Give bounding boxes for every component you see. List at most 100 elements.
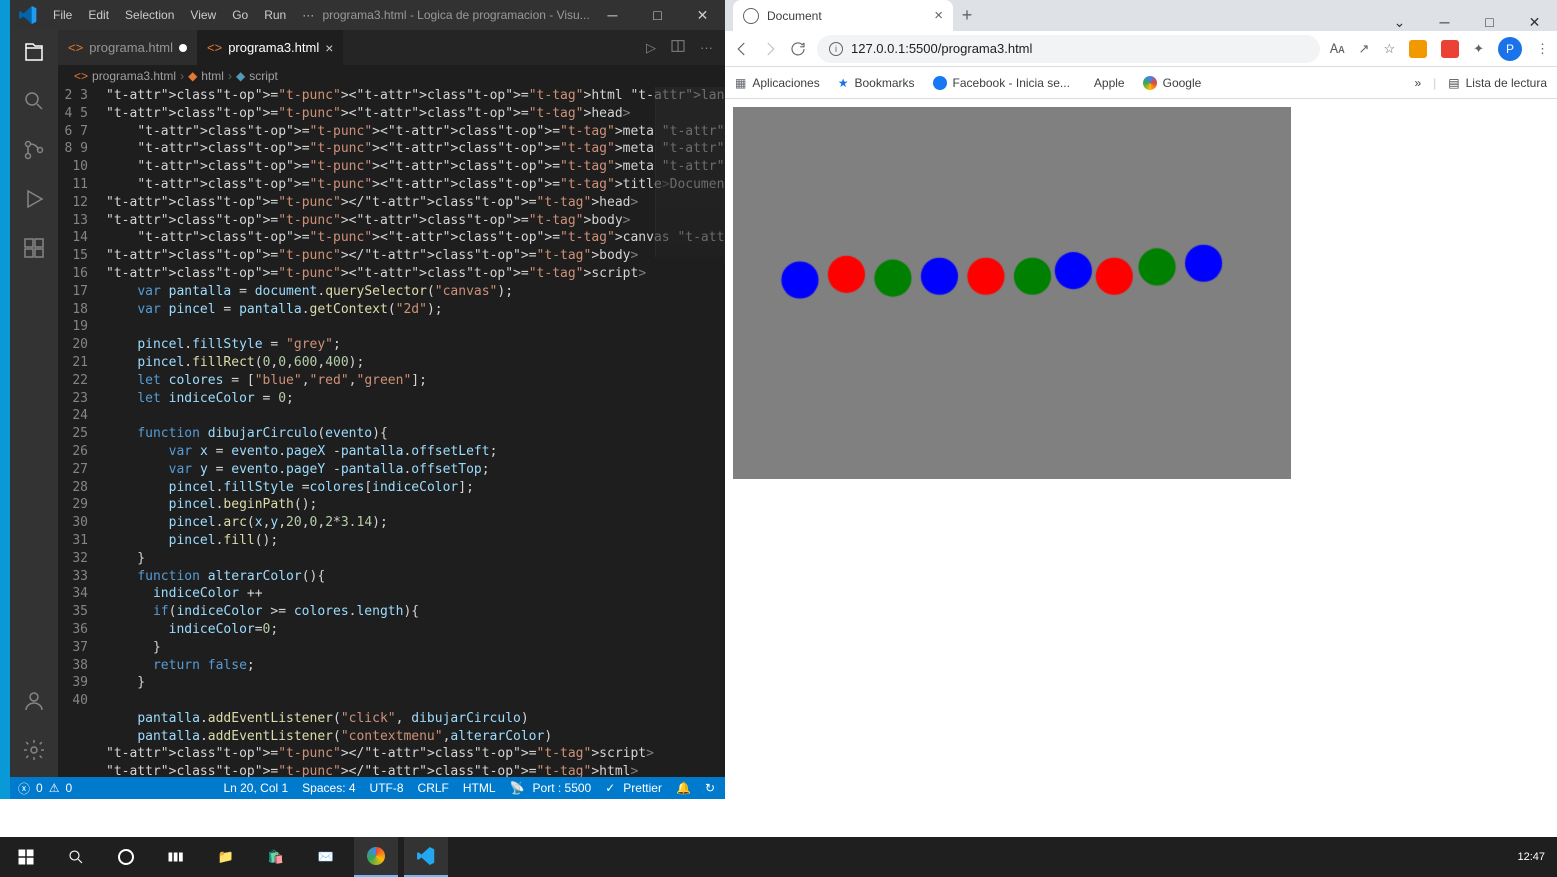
account-icon[interactable] xyxy=(22,689,46,716)
vscode-window: FileEditSelectionViewGoRun··· programa3.… xyxy=(0,0,725,799)
profile-avatar[interactable]: P xyxy=(1498,37,1522,61)
bookmark-item[interactable]: Facebook - Inicia se... xyxy=(933,76,1070,90)
editor-tab[interactable]: <>programa3.html× xyxy=(197,30,343,65)
vscode-titlebar: FileEditSelectionViewGoRun··· programa3.… xyxy=(10,0,725,30)
menu-edit[interactable]: Edit xyxy=(80,8,117,22)
code-content[interactable]: "t-attr">class"t-op">="t-punc"><"t-attr"… xyxy=(106,87,725,777)
code-editor[interactable]: 2 3 4 5 6 7 8 9 10 11 12 13 14 15 16 17 … xyxy=(58,87,725,777)
vscode-logo-icon xyxy=(10,6,45,24)
new-tab-button[interactable]: + xyxy=(953,5,981,26)
chrome-window: Document × + ⌄ ─ □ ✕ i 127.0.0.1:5500/pr… xyxy=(725,0,1557,799)
bookmark-item[interactable]: Google xyxy=(1143,76,1202,90)
file-explorer-icon[interactable]: 📁 xyxy=(204,837,248,877)
menu-go[interactable]: Go xyxy=(224,8,256,22)
browser-tab[interactable]: Document × xyxy=(733,0,953,31)
page-canvas[interactable] xyxy=(733,107,1291,479)
chrome-chevron-icon[interactable]: ⌄ xyxy=(1377,14,1422,31)
bookmark-item[interactable]: ★Bookmarks xyxy=(838,76,915,90)
maximize-button[interactable]: □ xyxy=(1467,14,1512,31)
editor-tab[interactable]: <> programa.html xyxy=(58,30,197,65)
menu-···[interactable]: ··· xyxy=(294,8,322,22)
reload-button[interactable] xyxy=(789,40,807,58)
cursor-position[interactable]: Ln 20, Col 1 xyxy=(223,781,288,795)
notifications-icon[interactable]: 🔔 xyxy=(676,781,691,795)
live-server-port[interactable]: 📡Port : 5500 xyxy=(510,781,592,795)
editor-actions: ▷ ··· xyxy=(646,30,725,65)
minimap[interactable] xyxy=(655,87,725,257)
extension-icon[interactable] xyxy=(1409,40,1427,58)
close-tab-icon[interactable]: × xyxy=(325,40,333,56)
error-count-icon[interactable]: ⓧ xyxy=(18,780,30,797)
dirty-indicator-icon xyxy=(179,44,187,52)
menu-run[interactable]: Run xyxy=(256,8,294,22)
line-numbers: 2 3 4 5 6 7 8 9 10 11 12 13 14 15 16 17 … xyxy=(58,87,106,710)
settings-gear-icon[interactable] xyxy=(22,738,46,765)
encoding[interactable]: UTF-8 xyxy=(370,781,404,795)
run-file-icon[interactable]: ▷ xyxy=(646,40,656,56)
search-button[interactable] xyxy=(54,837,98,877)
bookmarks-overflow[interactable]: » xyxy=(1414,76,1421,90)
mail-icon[interactable]: ✉️ xyxy=(304,837,348,877)
clock[interactable]: 12:47 xyxy=(1517,851,1545,863)
prettier-status[interactable]: ✓Prettier xyxy=(605,781,662,795)
close-button[interactable]: ✕ xyxy=(680,7,725,24)
vscode-menu[interactable]: FileEditSelectionViewGoRun··· xyxy=(45,8,322,22)
translate-icon[interactable]: 🗛 xyxy=(1330,41,1345,57)
apps-shortcut[interactable]: ▦Aplicaciones xyxy=(735,76,820,90)
tab-label: programa3.html xyxy=(228,40,319,55)
cortana-button[interactable] xyxy=(104,837,148,877)
explorer-icon[interactable] xyxy=(22,40,46,67)
share-icon[interactable]: ↗ xyxy=(1359,41,1370,57)
chrome-taskbar-icon[interactable] xyxy=(354,837,398,877)
reading-list[interactable]: ▤Lista de lectura xyxy=(1448,76,1547,90)
editor-tabs: <> programa.html<> programa3.html × ▷ ··· xyxy=(58,30,725,65)
minimize-button[interactable]: ─ xyxy=(590,7,635,24)
system-tray[interactable]: 12:47 xyxy=(1517,851,1553,863)
chrome-window-controls: ⌄ ─ □ ✕ xyxy=(1377,14,1557,31)
extensions-icon[interactable] xyxy=(22,236,46,263)
store-icon[interactable]: 🛍️ xyxy=(254,837,298,877)
tab-label: programa.html xyxy=(89,40,173,55)
menu-selection[interactable]: Selection xyxy=(117,8,182,22)
bookmark-item[interactable]: Apple xyxy=(1088,76,1125,90)
windows-taskbar: 📁 🛍️ ✉️ 12:47 xyxy=(0,837,1557,877)
eol[interactable]: CRLF xyxy=(418,781,449,795)
breadcrumb[interactable]: <> programa3.html › ◆ html › ◆ script xyxy=(58,65,725,87)
minimize-button[interactable]: ─ xyxy=(1422,14,1467,31)
feedback-icon[interactable]: ↻ xyxy=(705,781,715,795)
close-tab-icon[interactable]: × xyxy=(934,7,943,24)
vscode-taskbar-icon[interactable] xyxy=(404,837,448,877)
run-icon[interactable] xyxy=(22,187,46,214)
start-button[interactable] xyxy=(4,837,48,877)
breadcrumb-el2: script xyxy=(249,69,278,83)
html-element-icon: ◆ xyxy=(188,69,197,83)
split-editor-icon[interactable] xyxy=(670,38,686,57)
page-viewport[interactable] xyxy=(725,99,1557,799)
warning-count-icon[interactable]: ⚠ xyxy=(49,781,60,795)
task-view-button[interactable] xyxy=(154,837,198,877)
menu-view[interactable]: View xyxy=(182,8,224,22)
search-icon[interactable] xyxy=(22,89,46,116)
chrome-tabstrip: Document × + ⌄ ─ □ ✕ xyxy=(725,0,1557,31)
html-file-icon: <> xyxy=(74,69,88,83)
more-actions-icon[interactable]: ··· xyxy=(700,40,713,55)
warning-count: 0 xyxy=(65,781,72,795)
maximize-button[interactable]: □ xyxy=(635,7,680,24)
close-button[interactable]: ✕ xyxy=(1512,14,1557,31)
bookmarks-bar: ▦Aplicaciones ★Bookmarks Facebook - Inic… xyxy=(725,67,1557,99)
back-button[interactable] xyxy=(733,40,751,58)
language-mode[interactable]: HTML xyxy=(463,781,496,795)
source-control-icon[interactable] xyxy=(22,138,46,165)
forward-button[interactable] xyxy=(761,40,779,58)
menu-file[interactable]: File xyxy=(45,8,80,22)
extensions-puzzle-icon[interactable]: ✦ xyxy=(1473,41,1484,57)
indentation[interactable]: Spaces: 4 xyxy=(302,781,355,795)
script-element-icon: ◆ xyxy=(236,69,245,83)
chrome-menu-icon[interactable]: ⋮ xyxy=(1536,41,1549,57)
site-info-icon[interactable]: i xyxy=(829,42,843,56)
extension2-icon[interactable] xyxy=(1441,40,1459,58)
html-file-icon: <> xyxy=(68,40,83,55)
address-bar[interactable]: i 127.0.0.1:5500/programa3.html xyxy=(817,35,1320,63)
window-controls: ─ □ ✕ xyxy=(590,7,725,24)
bookmark-star-icon[interactable]: ☆ xyxy=(1383,41,1395,57)
